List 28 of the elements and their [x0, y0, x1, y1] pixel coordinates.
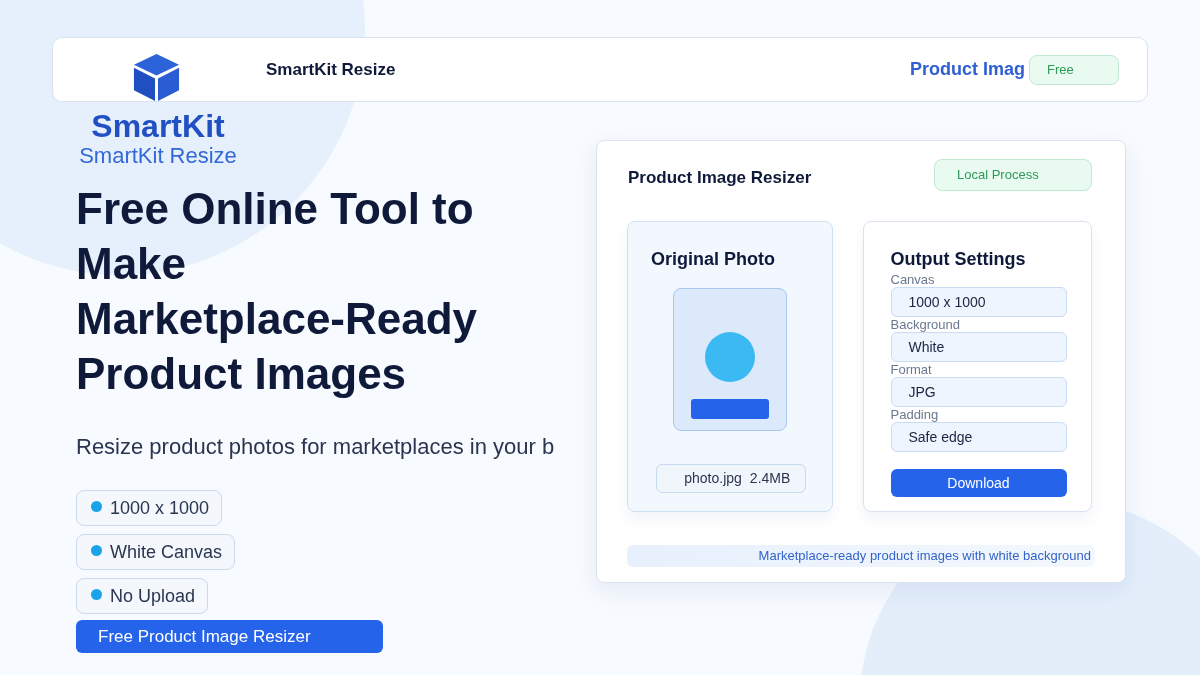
select-field[interactable]: White [890, 332, 1067, 362]
logo-subtitle: SmartKit Resize [79, 143, 237, 169]
hero-subtitle: Resize product photos for marketplaces in your b [76, 433, 555, 461]
caption-banner: Marketplace-ready product images with white background [627, 545, 1095, 567]
field-label: Background [890, 317, 960, 332]
free-badge: Free [1029, 54, 1119, 85]
card-title: Product Image Resizer [628, 167, 812, 190]
hero-title: Free Online Tool to Make Marketplace-Ready Product Images [76, 183, 478, 400]
select-field[interactable]: 1000 x 1000 [890, 287, 1067, 317]
select-field[interactable]: Safe edge [890, 422, 1067, 452]
header-title: SmartKit Resize [266, 58, 396, 81]
local-process-badge: Local Process [934, 159, 1092, 191]
panel-title: Original Photo [651, 248, 775, 271]
panel-title: Output Settings [890, 248, 1026, 271]
nav-link[interactable]: Product Imag [910, 56, 1025, 83]
logo-wordmark: SmartKit [91, 109, 225, 143]
feature-label: White Canvas [110, 540, 223, 564]
field-label: Canvas [890, 272, 935, 287]
field-label: Format [890, 362, 932, 377]
download-button[interactable]: Download [890, 469, 1067, 497]
file-size: 2.4MB [749, 469, 791, 488]
file-name: photo.jpg [684, 469, 742, 488]
cube-icon [132, 53, 181, 102]
feature-label: 1000 x 1000 [110, 496, 210, 520]
field-label: Padding [890, 407, 939, 422]
select-field[interactable]: JPG [890, 377, 1067, 407]
feature-label: No Upload [110, 584, 196, 608]
cta-button[interactable]: Free Product Image Resizer [76, 620, 383, 653]
